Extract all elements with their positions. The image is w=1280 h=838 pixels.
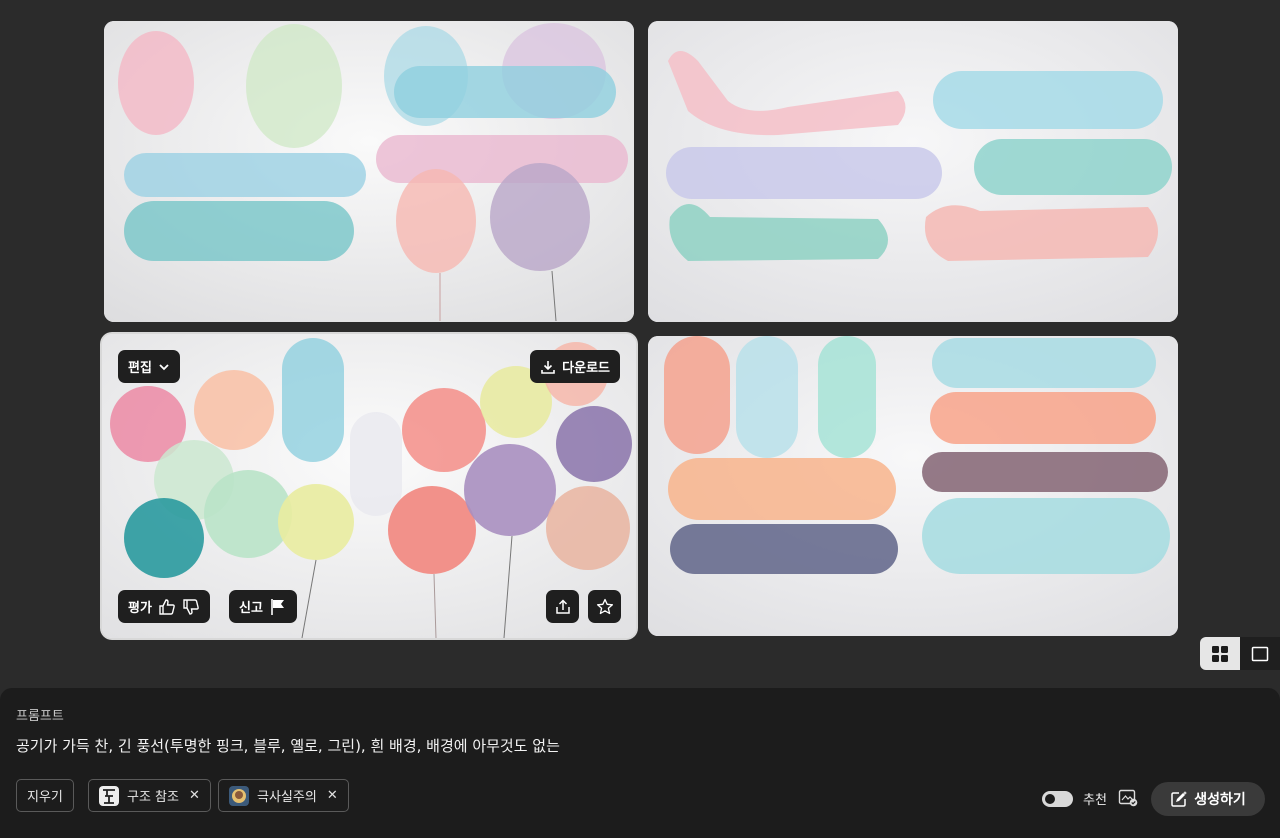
generated-image-3[interactable]: 편집 다운로드 평가 신고	[102, 334, 636, 638]
grid-view-button[interactable]	[1200, 637, 1240, 670]
clear-label: 지우기	[27, 790, 63, 805]
prompt-input[interactable]: 공기가 가득 찬, 긴 풍선(투명한 핑크, 블루, 옐로, 그린), 흰 배경…	[16, 735, 560, 756]
generate-button[interactable]: 생성하기	[1151, 782, 1265, 816]
photorealism-label: 극사실주의	[257, 790, 317, 805]
share-icon	[555, 598, 570, 614]
recommend-toggle-group: 추천	[1042, 789, 1107, 808]
clear-button[interactable]: 지우기	[16, 779, 74, 812]
rate-label: 평가	[128, 601, 152, 616]
recommend-toggle[interactable]	[1042, 790, 1073, 807]
star-icon	[596, 598, 613, 614]
structure-reference-tag[interactable]: 구조 참조 ✕	[88, 779, 211, 812]
image-settings-icon[interactable]	[1118, 789, 1138, 807]
chevron-down-icon	[159, 363, 169, 370]
structure-reference-label: 구조 참조	[127, 790, 179, 805]
single-view-icon	[1251, 646, 1269, 661]
download-label: 다운로드	[562, 361, 610, 376]
download-icon	[541, 360, 555, 374]
grid-view-icon	[1212, 645, 1228, 662]
balloons-image-1	[104, 21, 634, 322]
generated-image-1[interactable]	[104, 21, 634, 322]
generated-image-4[interactable]	[648, 336, 1178, 636]
single-view-button[interactable]	[1240, 637, 1280, 670]
balloons-image-4	[648, 336, 1178, 636]
prompt-label: 프롬프트	[16, 709, 64, 724]
prompt-panel: 프롬프트 공기가 가득 찬, 긴 풍선(투명한 핑크, 블루, 옐로, 그린),…	[0, 688, 1280, 838]
report-button[interactable]: 신고	[229, 590, 297, 623]
view-toggle	[1200, 637, 1280, 670]
rate-group: 평가	[118, 590, 210, 623]
report-label: 신고	[239, 601, 263, 616]
balloons-image-2	[648, 21, 1178, 322]
edit-label: 편집	[128, 361, 152, 376]
close-icon[interactable]: ✕	[189, 788, 200, 803]
favorite-button[interactable]	[588, 590, 621, 623]
thumbs-up-icon[interactable]	[158, 598, 176, 616]
close-icon[interactable]: ✕	[327, 788, 338, 803]
share-button[interactable]	[546, 590, 579, 623]
structure-reference-thumbnail	[99, 785, 119, 806]
download-button[interactable]: 다운로드	[530, 350, 620, 383]
photorealism-tag[interactable]: 극사실주의 ✕	[218, 779, 349, 812]
photorealism-thumbnail	[229, 785, 249, 806]
image-grid: 편집 다운로드 평가 신고	[0, 0, 1280, 660]
generate-label: 생성하기	[1194, 792, 1246, 808]
edit-button[interactable]: 편집	[118, 350, 180, 383]
generate-icon	[1171, 791, 1188, 807]
recommend-label: 추천	[1083, 793, 1107, 808]
thumbs-down-icon[interactable]	[182, 598, 200, 616]
flag-icon	[271, 598, 284, 615]
generated-image-2[interactable]	[648, 21, 1178, 322]
